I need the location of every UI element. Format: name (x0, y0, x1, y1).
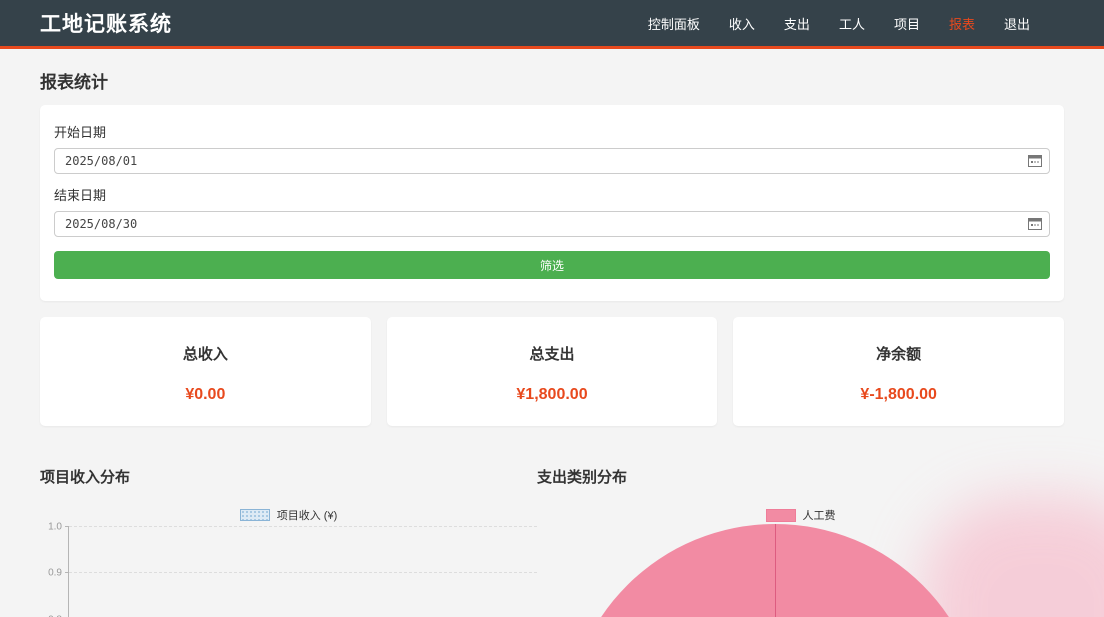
axis-tick (65, 572, 69, 573)
bar-chart-title: 项目收入分布 (40, 466, 537, 487)
income-bar-chart-section: 项目收入分布 项目收入 (¥) 1.0 0.9 0.8 (40, 466, 537, 617)
stat-value: ¥1,800.00 (387, 386, 718, 404)
bar-legend-label: 项目收入 (¥) (277, 507, 338, 523)
axis-tick (65, 526, 69, 527)
start-date-label: 开始日期 (54, 122, 1050, 141)
date-filter-card: 开始日期 结束日期 筛选 (40, 105, 1064, 301)
nav-item-projects[interactable]: 项目 (894, 14, 920, 33)
stat-value: ¥0.00 (40, 386, 371, 404)
pie-legend-label: 人工费 (803, 507, 836, 523)
pie-legend-swatch (766, 509, 796, 522)
nav-item-logout[interactable]: 退出 (1004, 14, 1030, 33)
axis-tick-label: 0.9 (42, 568, 62, 579)
nav-item-reports[interactable]: 报表 (949, 14, 975, 33)
main-content: 报表统计 开始日期 结束日期 筛选 (40, 68, 1064, 617)
stat-title: 总收入 (40, 343, 371, 364)
end-date-label: 结束日期 (54, 185, 1050, 204)
calendar-icon[interactable] (1028, 217, 1042, 230)
stat-title: 总支出 (387, 343, 718, 364)
bar-chart-legend: 项目收入 (¥) (40, 507, 537, 523)
end-date-field (54, 211, 1050, 237)
stat-value: ¥-1,800.00 (733, 386, 1064, 404)
pie-chart-title: 支出类别分布 (537, 466, 1064, 487)
nav-item-dashboard[interactable]: 控制面板 (648, 14, 700, 33)
gridline: 0.9 (69, 572, 537, 573)
pie-chart-plot (566, 524, 984, 617)
nav-item-workers[interactable]: 工人 (839, 14, 865, 33)
nav-item-expense[interactable]: 支出 (784, 14, 810, 33)
app-title: 工地记账系统 (40, 8, 172, 38)
stat-title: 净余额 (733, 343, 1064, 364)
charts-row: 项目收入分布 项目收入 (¥) 1.0 0.9 0.8 (40, 466, 1064, 617)
main-nav: 控制面板 收入 支出 工人 项目 报表 退出 (648, 14, 1030, 33)
pie-slice-divider (775, 524, 776, 617)
calendar-icon[interactable] (1028, 154, 1042, 167)
nav-item-income[interactable]: 收入 (729, 14, 755, 33)
bar-legend-swatch (240, 509, 270, 521)
filter-submit-button[interactable]: 筛选 (54, 251, 1050, 279)
axis-tick-label: 1.0 (42, 522, 62, 533)
top-navbar: 工地记账系统 控制面板 收入 支出 工人 项目 报表 退出 (0, 0, 1104, 49)
start-date-field (54, 148, 1050, 174)
expense-pie-chart-section: 支出类别分布 人工费 (537, 466, 1064, 617)
start-date-input[interactable] (54, 148, 1050, 174)
stat-card-net-balance: 净余额 ¥-1,800.00 (733, 317, 1064, 426)
page-title: 报表统计 (40, 68, 1064, 93)
gridline: 1.0 (69, 526, 537, 527)
end-date-input[interactable] (54, 211, 1050, 237)
summary-stats-row: 总收入 ¥0.00 总支出 ¥1,800.00 净余额 ¥-1,800.00 (40, 317, 1064, 426)
bar-chart-plot: 1.0 0.9 0.8 (68, 526, 537, 617)
stat-card-total-expense: 总支出 ¥1,800.00 (387, 317, 718, 426)
stat-card-total-income: 总收入 ¥0.00 (40, 317, 371, 426)
